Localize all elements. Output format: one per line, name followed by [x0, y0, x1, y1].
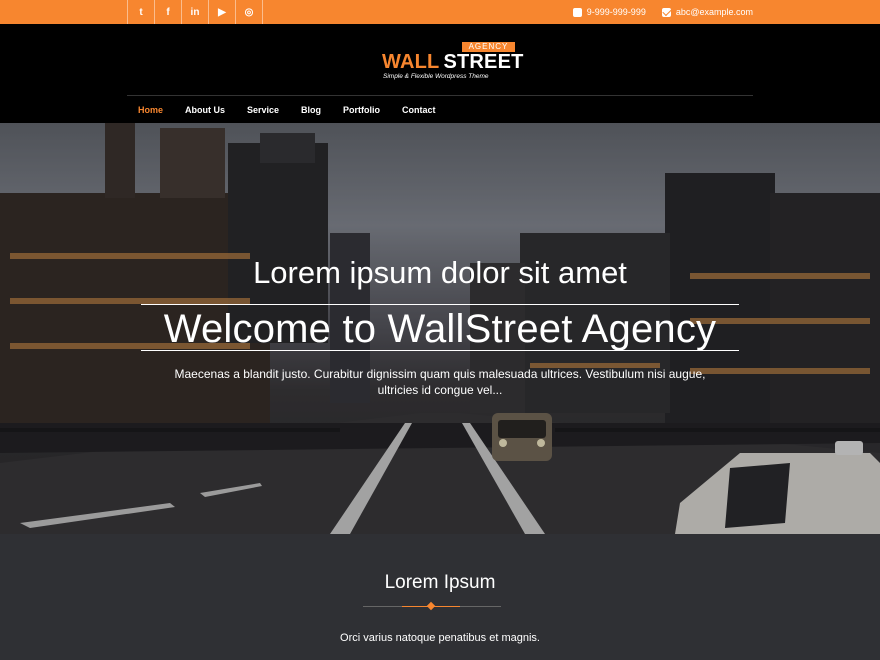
nav-item-home[interactable]: Home [127, 105, 174, 115]
instagram-icon[interactable]: ◎ [235, 0, 263, 24]
linkedin-icon[interactable]: in [181, 0, 208, 24]
phone-number: 9-999-999-999 [586, 7, 646, 17]
email-contact[interactable]: abc@example.com [661, 7, 753, 17]
phone-contact[interactable]: 9-999-999-999 [572, 7, 646, 17]
nav-item-blog[interactable]: Blog [290, 105, 332, 115]
section-text: Orci varius natoque penatibus et magnis. [340, 632, 540, 644]
site-logo[interactable]: AGENCY WALL STREET Simple & Flexible Word… [382, 42, 523, 82]
site-header: AGENCY WALL STREET Simple & Flexible Word… [0, 24, 880, 123]
logo-word-2: STREET [443, 51, 524, 73]
youtube-icon[interactable]: ▶ [208, 0, 235, 24]
hero-slider: Lorem ipsum dolor sit amet Welcome to Wa… [0, 123, 880, 534]
social-links: t f in ▶ ◎ [127, 0, 263, 24]
hero-rule-bottom [141, 350, 739, 351]
hero-description: Maecenas a blandit justo. Curabitur dign… [174, 367, 706, 397]
phone-icon [572, 7, 582, 17]
nav-item-about-us[interactable]: About Us [174, 105, 236, 115]
logo-wordmark: WALL STREET [382, 51, 524, 74]
nav-item-portfolio[interactable]: Portfolio [332, 105, 391, 115]
logo-word-1: WALL [382, 51, 440, 73]
main-nav: Home About Us Service Blog Portfolio Con… [127, 96, 447, 123]
hero-title: Welcome to WallStreet Agency [163, 307, 717, 351]
logo-tagline: Simple & Flexible Wordpress Theme [383, 73, 489, 80]
email-address: abc@example.com [675, 7, 753, 17]
hero-rule-top [141, 304, 739, 305]
twitter-icon[interactable]: t [127, 0, 154, 24]
facebook-icon[interactable]: f [154, 0, 181, 24]
nav-item-contact[interactable]: Contact [391, 105, 447, 115]
content-section: Lorem Ipsum Orci varius natoque penatibu… [0, 534, 880, 660]
top-bar: t f in ▶ ◎ 9-999-999-999 abc@example.com [0, 0, 880, 24]
hero-subtitle: Lorem ipsum dolor sit amet [253, 255, 627, 290]
diamond-icon [426, 601, 436, 611]
contact-info: 9-999-999-999 abc@example.com [557, 0, 753, 24]
envelope-icon [661, 7, 671, 17]
section-title: Lorem Ipsum [384, 572, 496, 593]
nav-item-service[interactable]: Service [236, 105, 290, 115]
